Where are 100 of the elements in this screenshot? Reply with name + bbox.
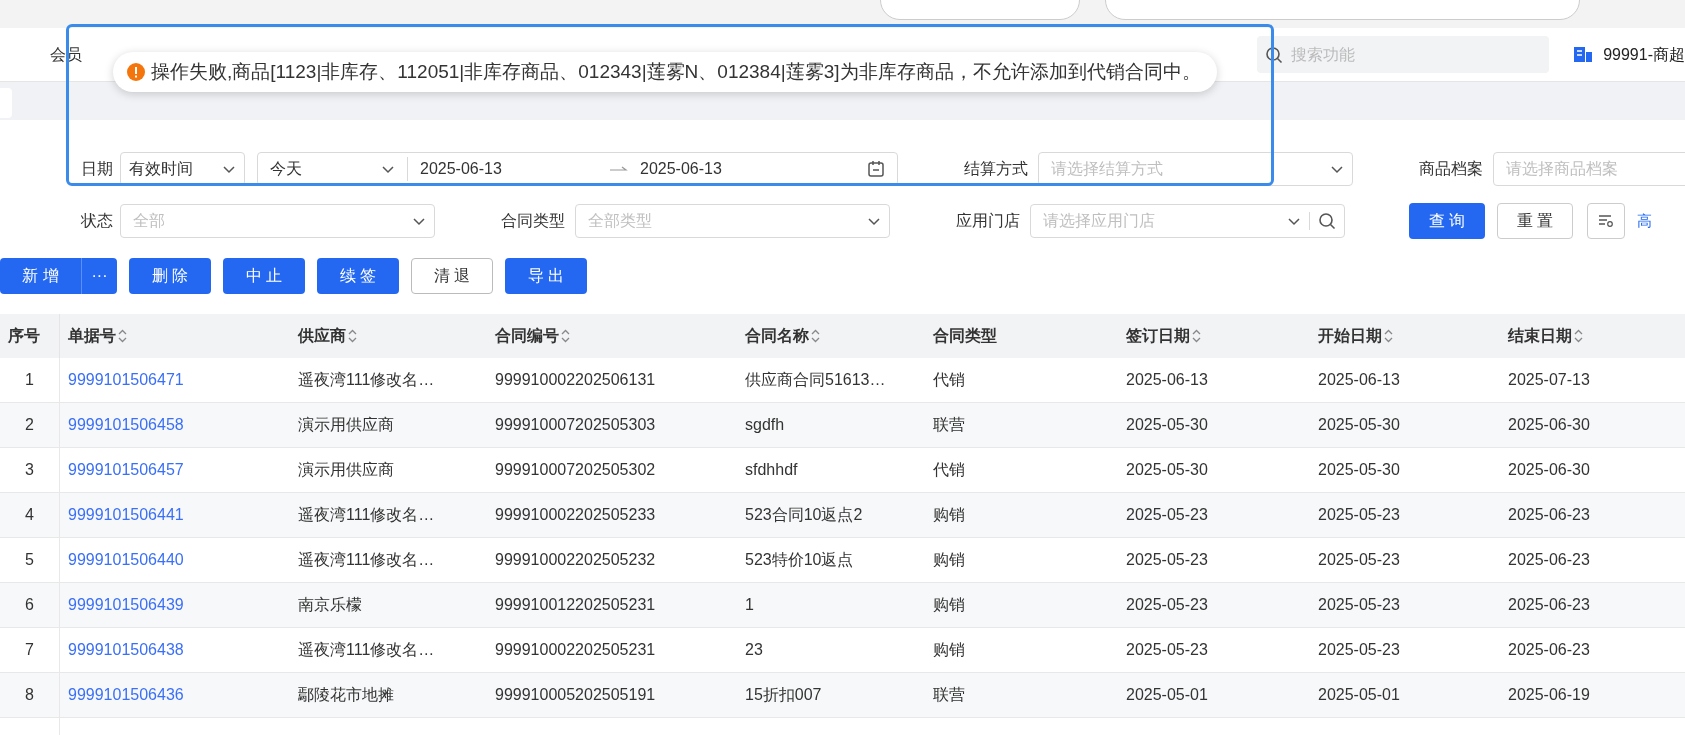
table-cell-text: 2025-06-30	[1508, 415, 1590, 435]
nav-item[interactable]: 会员	[50, 42, 82, 67]
table-cell-text: 2025-05-23	[1318, 550, 1400, 570]
sort-icon[interactable]	[811, 329, 820, 343]
action-button[interactable]: 删 除	[129, 258, 211, 294]
document-number-link[interactable]: 9999101506471	[68, 368, 184, 392]
search-icon	[1265, 45, 1284, 64]
table-cell-text: 23	[745, 640, 763, 660]
table-cell-text: 2025-05-01	[1318, 685, 1400, 705]
calendar-icon[interactable]	[867, 160, 885, 178]
end-date[interactable]: 2025-06-13	[640, 157, 722, 181]
table-cell-text: 购销	[933, 550, 965, 570]
column-header: 合同编号	[495, 326, 559, 346]
warning-icon	[127, 63, 145, 81]
more-button[interactable]: ···	[81, 258, 117, 294]
table-cell-text: 演示用供应商	[298, 460, 394, 480]
table-cell-text: 8	[25, 685, 34, 705]
table-cell-text: 购销	[933, 595, 965, 615]
table-cell-text: 2025-06-23	[1508, 550, 1590, 570]
table-cell-text: 遥夜湾111修改名…	[298, 550, 435, 570]
column-settings-button[interactable]	[1587, 203, 1625, 239]
search-icon	[1318, 212, 1336, 230]
store-icon[interactable]	[1573, 45, 1594, 64]
table-cell-text: 1	[745, 595, 754, 615]
table-cell-text: 遥夜湾111修改名…	[298, 505, 435, 525]
sort-icon[interactable]	[118, 329, 127, 343]
table-cell-text: 南京乐檬	[298, 595, 362, 615]
table-cell-text: 2025-05-30	[1126, 460, 1208, 480]
table-cell-text: 联营	[933, 685, 965, 705]
filter-label: 状态	[81, 211, 113, 231]
column-header: 结束日期	[1508, 326, 1572, 346]
table-cell-text: 2025-06-23	[1508, 640, 1590, 660]
filter-label: 应用门店	[956, 211, 1020, 231]
filter-label: 合同类型	[501, 211, 565, 231]
advanced-link[interactable]: 高	[1637, 209, 1652, 233]
table-cell-text: sgdfh	[745, 415, 785, 435]
table-cell-text: 购销	[933, 505, 965, 525]
document-number-link[interactable]: 9999101506458	[68, 413, 184, 437]
sort-icon[interactable]	[1384, 329, 1393, 343]
table-cell-text: 2025-06-19	[1508, 685, 1590, 705]
table-cell-text: 1	[25, 370, 34, 390]
reset-button[interactable]: 重 置	[1497, 203, 1573, 239]
table-cell-text: 2025-05-23	[1126, 505, 1208, 525]
table-cell-text: 2025-05-01	[1126, 685, 1208, 705]
table-cell-text: 鄢陵花市地摊	[298, 685, 394, 705]
document-number-link[interactable]: 9999101506457	[68, 458, 184, 482]
toast-message: 操作失败,商品[1123|非库存、112051|非库存商品、012343|莲雾N、012384|莲雾3]为非库存商品，不允许添加到代销合同中。	[151, 59, 1201, 84]
table-cell-text: 999910012202505231	[495, 595, 656, 615]
start-date[interactable]: 2025-06-13	[420, 157, 610, 181]
table-cell-text: 2025-06-23	[1508, 505, 1590, 525]
table-cell-text: 2025-05-23	[1126, 550, 1208, 570]
document-number-link[interactable]: 9999101506440	[68, 548, 184, 572]
column-header: 合同类型	[933, 326, 998, 346]
column-header: 序号	[8, 326, 41, 346]
date-preset[interactable]: 今天	[270, 157, 302, 181]
table-cell-text: 3	[25, 460, 34, 480]
table-cell-text: 999910005202505191	[495, 685, 656, 705]
table-cell-text: 999910002202506131	[495, 370, 656, 390]
action-button[interactable]: 清 退	[411, 258, 493, 294]
filter-label: 日期	[81, 159, 113, 179]
table-cell-text: 7	[25, 640, 34, 660]
table-cell-text: 2025-05-30	[1318, 460, 1400, 480]
table-cell-text: 999910007202505303	[495, 415, 656, 435]
table-cell-text: 供应商合同51613…	[745, 370, 886, 390]
filter-label: 结算方式	[964, 159, 1028, 179]
document-number-link[interactable]: 9999101506436	[68, 683, 184, 707]
add-button[interactable]: 新 增	[0, 258, 81, 294]
document-number-link[interactable]: 9999101506438	[68, 638, 184, 662]
document-number-link[interactable]: 9999101506441	[68, 503, 184, 527]
column-header: 签订日期	[1126, 326, 1190, 346]
table-cell-text: 2025-05-23	[1318, 595, 1400, 615]
table-cell-text: 2025-05-30	[1126, 415, 1208, 435]
list-search-icon	[1598, 214, 1614, 228]
table-cell-text: 6	[25, 595, 34, 615]
sort-icon[interactable]	[561, 329, 570, 343]
column-header: 供应商	[298, 326, 346, 346]
table-cell-text: 999910002202505233	[495, 505, 656, 525]
action-button[interactable]: 中 止	[223, 258, 305, 294]
table-cell-text: 联营	[933, 415, 965, 435]
document-number-link[interactable]: 9999101506439	[68, 593, 184, 617]
sort-icon[interactable]	[1192, 329, 1201, 343]
table-cell-text: 购销	[933, 640, 965, 660]
action-button[interactable]: 导 出	[505, 258, 587, 294]
add-split-button[interactable]: 新 增 ···	[0, 258, 117, 294]
store-name[interactable]: 99991-商超	[1603, 42, 1685, 67]
table-cell-text: 523合同10返点2	[745, 505, 863, 525]
table-cell-text: sfdhhdf	[745, 460, 798, 480]
table-cell-text: 4	[25, 505, 34, 525]
sort-icon[interactable]	[348, 329, 357, 343]
table-cell-text: 2025-05-23	[1318, 505, 1400, 525]
sort-icon[interactable]	[1574, 329, 1583, 343]
table-cell-text: 2025-06-23	[1508, 595, 1590, 615]
table-cell-text: 2025-07-13	[1508, 370, 1590, 390]
table-cell-text: 遥夜湾111修改名…	[298, 640, 435, 660]
query-button[interactable]: 查 询	[1409, 203, 1485, 239]
table-cell-text: 999910002202505231	[495, 640, 656, 660]
table-cell-text: 999910007202505302	[495, 460, 656, 480]
action-button[interactable]: 续 签	[317, 258, 399, 294]
table-cell-text: 2025-05-23	[1318, 640, 1400, 660]
table-cell-text: 15折扣007	[745, 685, 822, 705]
